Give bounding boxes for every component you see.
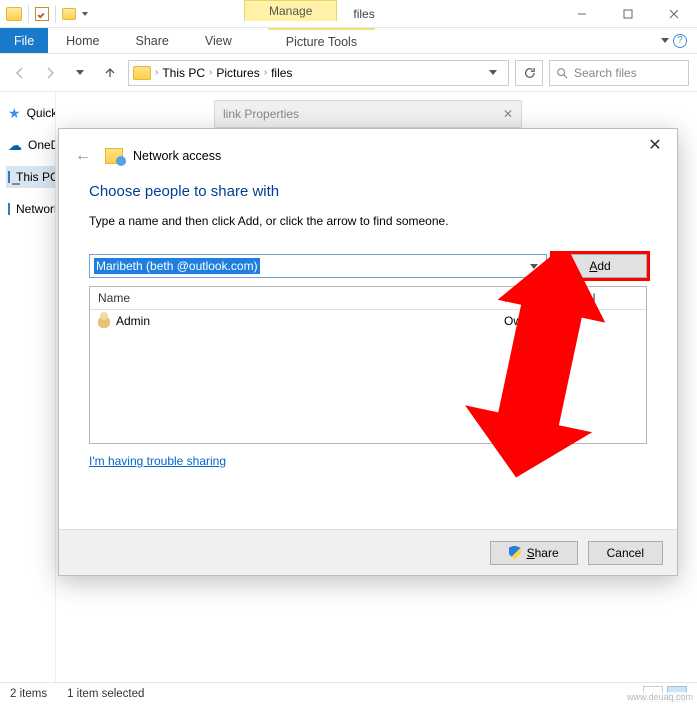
combobox-value: Maribeth (beth @outlook.com) xyxy=(94,258,260,274)
pc-icon xyxy=(8,171,10,183)
status-selected-count: 1 item selected xyxy=(67,688,144,700)
add-person-row: Maribeth (beth @outlook.com) Add xyxy=(89,254,647,278)
nav-back-button[interactable] xyxy=(8,61,32,85)
navigation-bar: › This PC › Pictures › files Search file… xyxy=(0,54,697,92)
network-icon xyxy=(8,203,10,215)
cloud-icon: ☁ xyxy=(8,137,22,154)
wizard-title: Network access xyxy=(133,149,221,163)
table-header: Name Permission Level xyxy=(90,287,646,310)
contextual-tab-group: Manage xyxy=(244,0,337,27)
folder-icon xyxy=(133,66,151,80)
dialog-hint: Type a name and then click Add, or click… xyxy=(89,214,647,228)
chevron-right-icon[interactable]: › xyxy=(209,67,212,78)
wizard-back-button[interactable]: ← xyxy=(71,147,95,165)
status-item-count: 2 items xyxy=(10,688,47,700)
nav-sidebar: ★ Quick access ☁ OneDrive This PC Networ… xyxy=(0,92,56,682)
help-icon[interactable]: ? xyxy=(673,34,687,48)
sidebar-item-this-pc[interactable]: This PC xyxy=(6,166,55,188)
breadcrumb-bar[interactable]: › This PC › Pictures › files xyxy=(128,60,509,86)
minimize-button[interactable] xyxy=(559,0,605,27)
tab-share[interactable]: Share xyxy=(118,28,187,53)
separator xyxy=(55,5,56,23)
sidebar-item-quick-access[interactable]: ★ Quick access xyxy=(6,102,55,124)
refresh-button[interactable] xyxy=(515,60,543,86)
dialog-footer: Share Cancel xyxy=(59,529,677,575)
cancel-button[interactable]: Cancel xyxy=(588,541,663,565)
qat-dropdown-icon[interactable] xyxy=(82,12,88,16)
star-icon: ★ xyxy=(8,105,21,122)
tab-file[interactable]: File xyxy=(0,28,48,53)
tab-home[interactable]: Home xyxy=(48,28,117,53)
ribbon-expand[interactable]: ? xyxy=(651,28,697,53)
watermark: www.deuaq.com xyxy=(627,692,693,702)
search-placeholder: Search files xyxy=(574,66,637,80)
dialog-close-button[interactable]: ✕ xyxy=(645,137,665,157)
tab-picture-tools[interactable]: Picture Tools xyxy=(268,28,375,53)
quick-access-toolbar xyxy=(0,0,94,27)
qat-properties-icon[interactable] xyxy=(35,7,49,21)
sidebar-label: Network xyxy=(16,202,55,216)
breadcrumb-segment[interactable]: This PC xyxy=(162,66,205,80)
dialog-title: link Properties xyxy=(223,107,299,121)
table-row[interactable]: Admin Owner xyxy=(90,310,646,332)
sidebar-label: OneDrive xyxy=(28,138,55,152)
breadcrumb-segment[interactable]: Pictures xyxy=(216,66,259,80)
window-title: files xyxy=(337,7,374,21)
ribbon-tabs: File Home Share View Picture Tools ? xyxy=(0,28,697,54)
dialog-heading: Choose people to share with xyxy=(89,183,647,200)
chevron-right-icon[interactable]: › xyxy=(155,67,158,78)
nav-up-button[interactable] xyxy=(98,61,122,85)
qat-open-icon[interactable] xyxy=(62,8,76,20)
chevron-down-icon[interactable] xyxy=(526,264,542,269)
shield-icon xyxy=(509,546,521,560)
row-name: Admin xyxy=(116,314,150,328)
search-input[interactable]: Search files xyxy=(549,60,689,86)
row-permission: Owner xyxy=(496,310,646,332)
person-combobox[interactable]: Maribeth (beth @outlook.com) xyxy=(89,254,547,278)
sidebar-label: Quick access xyxy=(27,106,55,120)
status-bar: 2 items 1 item selected xyxy=(0,682,697,704)
background-properties-dialog: link Properties ✕ xyxy=(214,100,522,128)
permissions-table: Name Permission Level Admin Owner xyxy=(89,286,647,444)
contextual-tab-label: Manage xyxy=(244,0,337,21)
breadcrumb-segment[interactable]: files xyxy=(271,66,292,80)
sidebar-item-onedrive[interactable]: ☁ OneDrive xyxy=(6,134,55,156)
nav-forward-button[interactable] xyxy=(38,61,62,85)
trouble-sharing-link[interactable]: I'm having trouble sharing xyxy=(89,454,226,468)
share-button[interactable]: Share xyxy=(490,541,578,565)
column-permission[interactable]: Permission Level xyxy=(496,287,646,309)
user-icon xyxy=(98,316,110,328)
breadcrumb-dropdown[interactable] xyxy=(482,70,504,75)
share-folder-icon xyxy=(105,148,123,164)
folder-icon xyxy=(6,7,22,21)
add-button[interactable]: Add xyxy=(553,254,647,278)
wizard-header: ← Network access xyxy=(71,147,647,165)
sidebar-label: This PC xyxy=(16,170,55,184)
share-label: Share xyxy=(527,546,559,560)
search-icon xyxy=(556,67,568,79)
tab-view[interactable]: View xyxy=(187,28,250,53)
chevron-right-icon[interactable]: › xyxy=(264,67,267,78)
network-access-dialog: ✕ ← Network access Choose people to shar… xyxy=(58,128,678,576)
close-icon[interactable]: ✕ xyxy=(503,107,513,121)
close-button[interactable] xyxy=(651,0,697,27)
caption-buttons xyxy=(559,0,697,27)
separator xyxy=(28,5,29,23)
nav-recent-dropdown[interactable] xyxy=(68,61,92,85)
sidebar-item-network[interactable]: Network xyxy=(6,198,55,220)
maximize-button[interactable] xyxy=(605,0,651,27)
column-name[interactable]: Name xyxy=(90,287,496,309)
chevron-down-icon xyxy=(661,38,669,43)
titlebar: Manage files xyxy=(0,0,697,28)
